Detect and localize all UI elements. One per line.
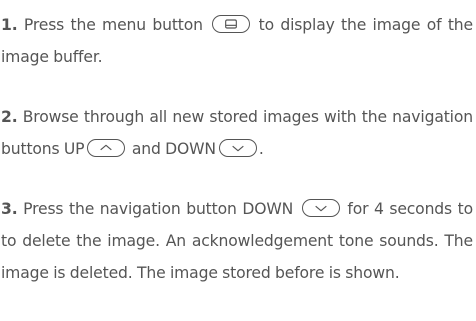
menu-button-icon: [212, 14, 251, 33]
down-button-icon: [218, 138, 257, 157]
step-number: 2.: [1, 108, 18, 126]
step-2: 2. Browse through all new stored images …: [1, 101, 473, 165]
step-text: Press the menu button: [23, 16, 203, 34]
step-number: 1.: [1, 16, 18, 34]
down-button-icon: [301, 198, 340, 217]
instruction-page: 1. Press the menu button to display the …: [0, 0, 476, 321]
up-button-icon: [87, 138, 126, 157]
step-text: .: [258, 140, 264, 158]
step-number: 3.: [1, 200, 18, 218]
step-1: 1. Press the menu button to display the …: [1, 9, 473, 73]
step-3: 3. Press the navigation button DOWN for …: [1, 193, 473, 289]
step-text: Press the navigation button DOWN: [23, 200, 294, 218]
step-text: and DOWN: [131, 140, 216, 158]
